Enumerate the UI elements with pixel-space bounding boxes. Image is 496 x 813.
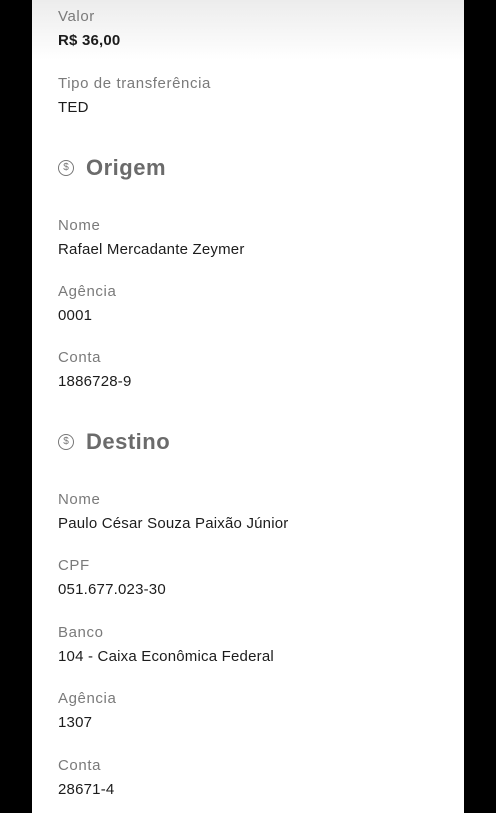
destino-nome-field: Nome Paulo César Souza Paixão Júnior bbox=[58, 491, 289, 534]
destino-agencia-label: Agência bbox=[58, 690, 117, 707]
destino-cpf-value: 051.677.023-30 bbox=[58, 581, 166, 598]
destino-conta-field: Conta 28671-4 bbox=[58, 757, 114, 800]
valor-field: Valor R$ 36,00 bbox=[58, 8, 120, 51]
destino-conta-label: Conta bbox=[58, 757, 102, 774]
receipt-sheet: Valor R$ 36,00 Tipo de transferência TED… bbox=[32, 0, 464, 813]
origem-conta-value: 1886728-9 bbox=[58, 373, 132, 390]
origem-conta-field: Conta 1886728-9 bbox=[58, 349, 132, 392]
destino-banco-value: 104 - Caixa Econômica Federal bbox=[58, 648, 274, 665]
destino-conta-value: 28671-4 bbox=[58, 781, 115, 798]
dollar-coin-icon: $ bbox=[58, 434, 74, 450]
tipo-label: Tipo de transferência bbox=[58, 75, 211, 92]
dollar-coin-icon: $ bbox=[58, 160, 74, 176]
origem-conta-label: Conta bbox=[58, 349, 102, 366]
origem-agencia-value: 0001 bbox=[58, 307, 93, 324]
destino-nome-label: Nome bbox=[58, 491, 101, 508]
origem-nome-label: Nome bbox=[58, 217, 101, 234]
destino-agencia-value: 1307 bbox=[58, 714, 93, 731]
destino-banco-label: Banco bbox=[58, 624, 104, 641]
origem-agencia-label: Agência bbox=[58, 283, 117, 300]
destino-cpf-field: CPF 051.677.023-30 bbox=[58, 557, 166, 600]
origem-section-header: $ Origem bbox=[58, 155, 166, 181]
valor-value: R$ 36,00 bbox=[58, 32, 121, 49]
destino-nome-value: Paulo César Souza Paixão Júnior bbox=[58, 515, 289, 532]
origem-nome-field: Nome Rafael Mercadante Zeymer bbox=[58, 217, 245, 260]
valor-label: Valor bbox=[58, 8, 95, 25]
origem-title: Origem bbox=[86, 155, 167, 180]
tipo-field: Tipo de transferência TED bbox=[58, 75, 211, 118]
tipo-value: TED bbox=[58, 99, 89, 116]
destino-cpf-label: CPF bbox=[58, 557, 90, 574]
origem-nome-value: Rafael Mercadante Zeymer bbox=[58, 241, 245, 258]
destino-agencia-field: Agência 1307 bbox=[58, 690, 116, 733]
destino-banco-field: Banco 104 - Caixa Econômica Federal bbox=[58, 624, 274, 667]
origem-agencia-field: Agência 0001 bbox=[58, 283, 116, 326]
destino-section-header: $ Destino bbox=[58, 429, 170, 455]
destino-title: Destino bbox=[86, 429, 171, 454]
